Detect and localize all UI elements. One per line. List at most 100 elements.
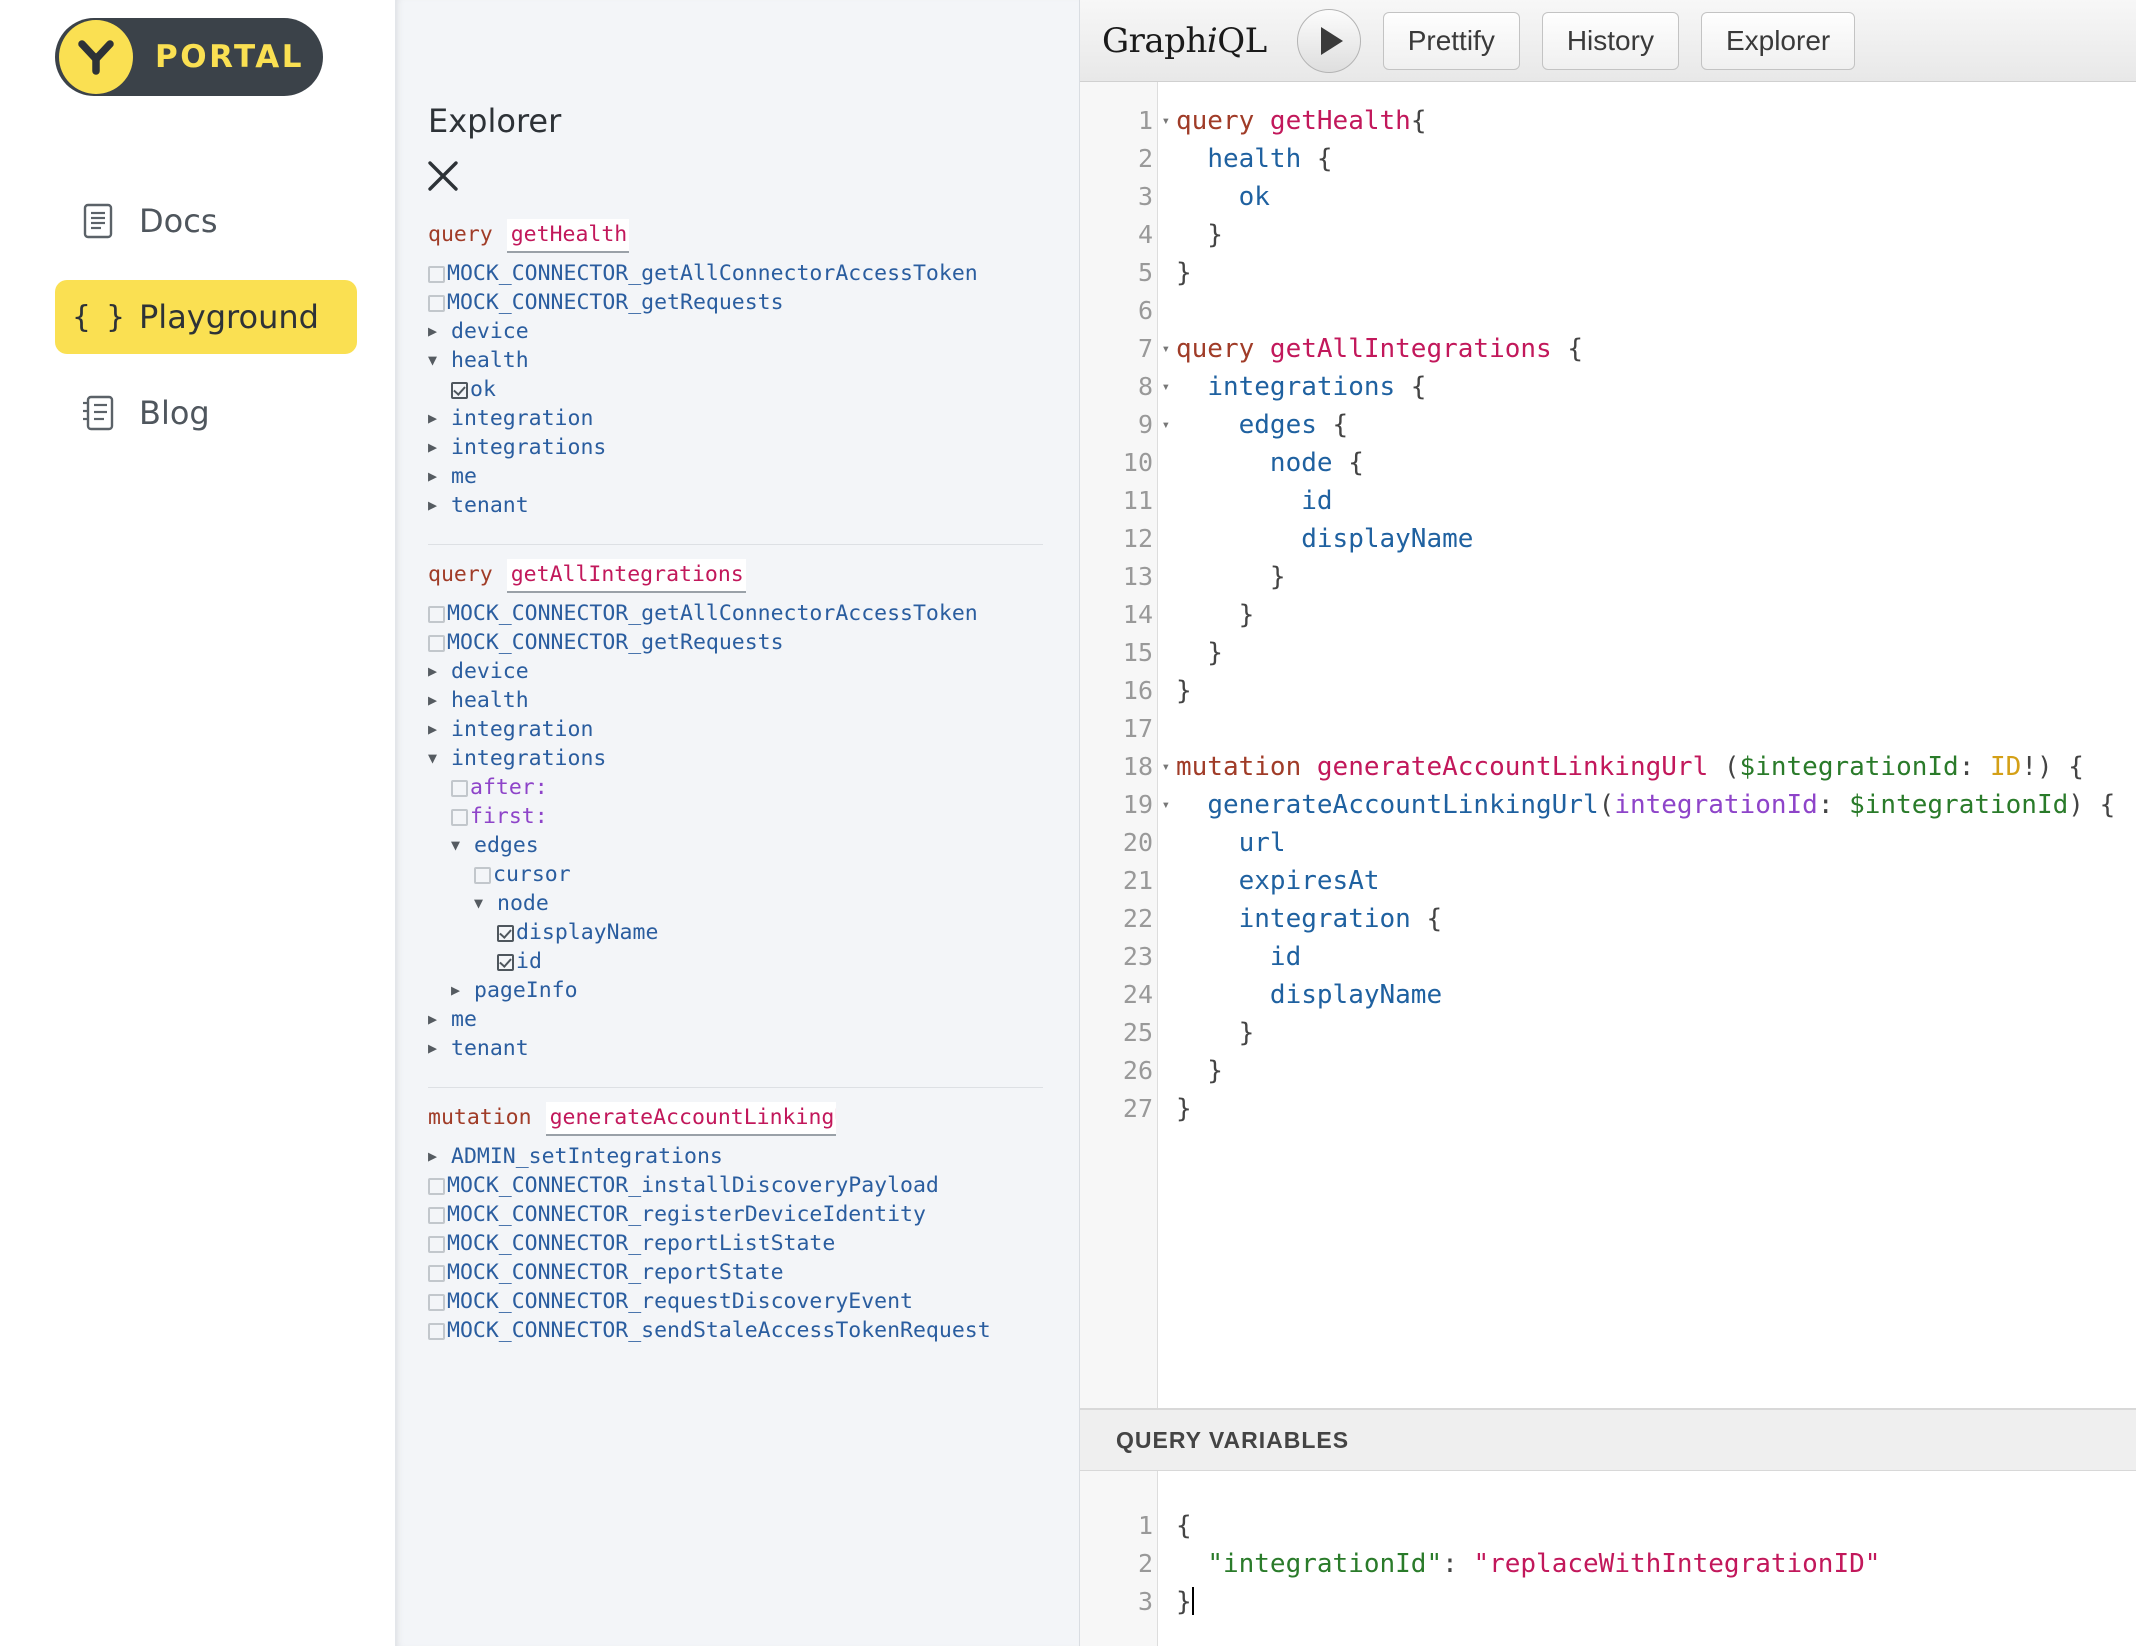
code-token: } bbox=[1176, 1587, 1192, 1617]
field-checkbox[interactable] bbox=[428, 266, 445, 283]
field-checkbox[interactable] bbox=[428, 606, 445, 623]
sidebar-item-blog[interactable]: Blog bbox=[55, 376, 357, 450]
field-label: MOCK_CONNECTOR_getRequests bbox=[447, 288, 784, 317]
query-code[interactable]: query getHealth{ health { ok }}query get… bbox=[1158, 82, 2136, 1408]
field-checkbox[interactable] bbox=[428, 1236, 445, 1253]
field-checkbox[interactable] bbox=[428, 1178, 445, 1195]
explorer-expandable-field[interactable]: ▶integrations bbox=[428, 433, 1079, 462]
explorer-field-checkbox-row[interactable]: MOCK_CONNECTOR_getAllConnectorAccessToke… bbox=[428, 259, 1079, 288]
explorer-expandable-field[interactable]: ▶me bbox=[428, 462, 1079, 491]
field-checkbox[interactable] bbox=[451, 809, 468, 826]
fold-toggle-icon[interactable]: ▾ bbox=[1162, 330, 1170, 368]
code-token: id bbox=[1270, 942, 1301, 972]
field-checkbox[interactable] bbox=[474, 867, 491, 884]
fold-toggle-icon[interactable]: ▾ bbox=[1162, 368, 1170, 406]
query-editor[interactable]: 1▾234567▾8▾9▾101112131415161718▾19▾20212… bbox=[1080, 82, 2136, 1409]
field-checkbox[interactable] bbox=[428, 1294, 445, 1311]
fold-toggle-icon[interactable]: ▾ bbox=[1162, 406, 1170, 444]
chevron-right-icon[interactable]: ▶ bbox=[451, 983, 471, 998]
explorer-field-checkbox-row[interactable]: MOCK_CONNECTOR_installDiscoveryPayload bbox=[428, 1171, 1079, 1200]
field-checkbox[interactable] bbox=[497, 954, 514, 971]
explorer-title: Explorer bbox=[396, 0, 1079, 137]
explorer-expandable-field[interactable]: ▼node bbox=[428, 889, 1079, 918]
explorer-field-checkbox-row[interactable]: cursor bbox=[428, 860, 1079, 889]
chevron-down-icon[interactable]: ▼ bbox=[428, 751, 448, 766]
execute-query-button[interactable] bbox=[1297, 9, 1361, 73]
explorer-tree: querygetHealthMOCK_CONNECTOR_getAllConne… bbox=[396, 219, 1079, 1345]
explorer-expandable-field[interactable]: ▼integrations bbox=[428, 744, 1079, 773]
operation-name-input[interactable]: generateAccountLinkingUrl bbox=[546, 1102, 836, 1136]
field-checkbox[interactable] bbox=[497, 925, 514, 942]
explorer-field-checkbox-row[interactable]: id bbox=[428, 947, 1079, 976]
explorer-expandable-field[interactable]: ▶tenant bbox=[428, 1034, 1079, 1063]
explorer-field-checkbox-row[interactable]: MOCK_CONNECTOR_registerDeviceIdentity bbox=[428, 1200, 1079, 1229]
explorer-expandable-field[interactable]: ▶device bbox=[428, 657, 1079, 686]
explorer-toggle-button[interactable]: Explorer bbox=[1701, 12, 1855, 70]
explorer-field-checkbox-row[interactable]: MOCK_CONNECTOR_getAllConnectorAccessToke… bbox=[428, 599, 1079, 628]
chevron-right-icon[interactable]: ▶ bbox=[428, 1012, 448, 1027]
explorer-field-checkbox-row[interactable]: MOCK_CONNECTOR_sendStaleAccessTokenReque… bbox=[428, 1316, 1079, 1345]
explorer-expandable-field[interactable]: ▶device bbox=[428, 317, 1079, 346]
chevron-down-icon[interactable]: ▼ bbox=[451, 838, 471, 853]
variables-code[interactable]: { "integrationId": "replaceWithIntegrati… bbox=[1158, 1471, 2136, 1646]
field-checkbox[interactable] bbox=[428, 1265, 445, 1282]
explorer-field-checkbox-row[interactable]: after: bbox=[428, 773, 1079, 802]
chevron-right-icon[interactable]: ▶ bbox=[428, 440, 448, 455]
chevron-right-icon[interactable]: ▶ bbox=[428, 1149, 448, 1164]
explorer-field-checkbox-row[interactable]: first: bbox=[428, 802, 1079, 831]
chevron-right-icon[interactable]: ▶ bbox=[428, 324, 448, 339]
chevron-right-icon[interactable]: ▶ bbox=[428, 1041, 448, 1056]
sidebar-item-docs[interactable]: Docs bbox=[55, 184, 357, 258]
explorer-expandable-field[interactable]: ▼health bbox=[428, 346, 1079, 375]
chevron-right-icon[interactable]: ▶ bbox=[428, 498, 448, 513]
query-variables-header[interactable]: QUERY VARIABLES bbox=[1080, 1409, 2136, 1471]
operation-name-input[interactable]: getAllIntegrations bbox=[507, 559, 746, 593]
explorer-expandable-field[interactable]: ▼edges bbox=[428, 831, 1079, 860]
field-checkbox[interactable] bbox=[451, 780, 468, 797]
explorer-expandable-field[interactable]: ▶tenant bbox=[428, 491, 1079, 520]
sidebar: PORTAL Docs { } Playground bbox=[0, 0, 395, 1646]
query-variables-editor[interactable]: 123 { "integrationId": "replaceWithInteg… bbox=[1080, 1471, 2136, 1646]
explorer-field-checkbox-row[interactable]: MOCK_CONNECTOR_reportState bbox=[428, 1258, 1079, 1287]
operation-name-input[interactable]: getHealth bbox=[507, 219, 630, 253]
explorer-expandable-field[interactable]: ▶integration bbox=[428, 404, 1079, 433]
chevron-right-icon[interactable]: ▶ bbox=[428, 411, 448, 426]
code-line: } bbox=[1176, 558, 2136, 596]
field-checkbox[interactable] bbox=[428, 1323, 445, 1340]
prettify-button[interactable]: Prettify bbox=[1383, 12, 1520, 70]
chevron-right-icon[interactable]: ▶ bbox=[428, 469, 448, 484]
code-line: edges { bbox=[1176, 406, 2136, 444]
history-button[interactable]: History bbox=[1542, 12, 1679, 70]
chevron-right-icon[interactable]: ▶ bbox=[428, 693, 448, 708]
explorer-field-checkbox-row[interactable]: MOCK_CONNECTOR_requestDiscoveryEvent bbox=[428, 1287, 1079, 1316]
code-token: edges bbox=[1239, 410, 1317, 440]
fold-toggle-icon[interactable]: ▾ bbox=[1162, 748, 1170, 786]
chevron-down-icon[interactable]: ▼ bbox=[474, 896, 494, 911]
chevron-down-icon[interactable]: ▼ bbox=[428, 353, 448, 368]
field-label: MOCK_CONNECTOR_sendStaleAccessTokenReque… bbox=[447, 1316, 991, 1345]
brand-logo[interactable]: PORTAL bbox=[55, 18, 323, 96]
fold-toggle-icon[interactable]: ▾ bbox=[1162, 786, 1170, 824]
field-checkbox[interactable] bbox=[428, 295, 445, 312]
explorer-field-checkbox-row[interactable]: MOCK_CONNECTOR_getRequests bbox=[428, 628, 1079, 657]
explorer-field-checkbox-row[interactable]: MOCK_CONNECTOR_reportListState bbox=[428, 1229, 1079, 1258]
explorer-expandable-field[interactable]: ▶me bbox=[428, 1005, 1079, 1034]
explorer-expandable-field[interactable]: ▶pageInfo bbox=[428, 976, 1079, 1005]
y-logo-icon bbox=[59, 20, 133, 94]
close-icon[interactable] bbox=[426, 159, 460, 193]
field-checkbox[interactable] bbox=[428, 1207, 445, 1224]
code-token bbox=[1176, 182, 1239, 212]
explorer-expandable-field[interactable]: ▶ADMIN_setIntegrations bbox=[428, 1142, 1079, 1171]
explorer-field-checkbox-row[interactable]: displayName bbox=[428, 918, 1079, 947]
chevron-right-icon[interactable]: ▶ bbox=[428, 722, 448, 737]
line-number: 7▾ bbox=[1080, 330, 1157, 368]
field-checkbox[interactable] bbox=[428, 635, 445, 652]
chevron-right-icon[interactable]: ▶ bbox=[428, 664, 448, 679]
sidebar-item-playground[interactable]: { } Playground bbox=[55, 280, 357, 354]
fold-toggle-icon[interactable]: ▾ bbox=[1162, 102, 1170, 140]
explorer-expandable-field[interactable]: ▶integration bbox=[428, 715, 1079, 744]
explorer-expandable-field[interactable]: ▶health bbox=[428, 686, 1079, 715]
field-checkbox[interactable] bbox=[451, 382, 468, 399]
explorer-field-checkbox-row[interactable]: MOCK_CONNECTOR_getRequests bbox=[428, 288, 1079, 317]
explorer-field-checkbox-row[interactable]: ok bbox=[428, 375, 1079, 404]
